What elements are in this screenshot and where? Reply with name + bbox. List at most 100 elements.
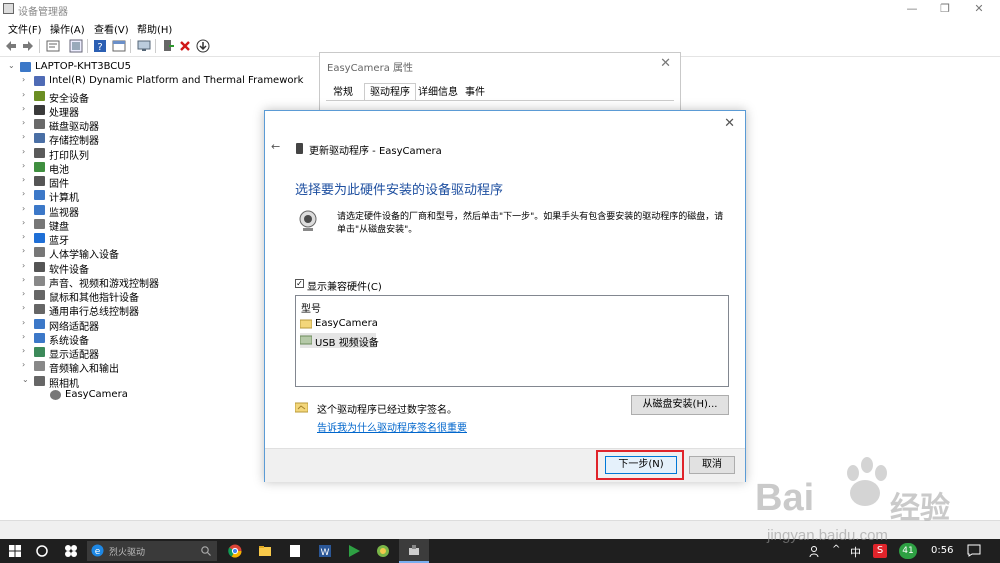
media-player-icon[interactable] — [347, 544, 361, 558]
audio-io-icon — [34, 361, 45, 372]
expand-arrow-icon[interactable]: › — [22, 275, 30, 284]
app-icon[interactable] — [376, 544, 390, 558]
menu-action[interactable]: 操作(A) — [50, 21, 85, 36]
tree-root-label: LAPTOP-KHT3BCU5 — [35, 61, 131, 72]
tab-driver[interactable]: 驱动程序 — [364, 83, 416, 101]
menu-view[interactable]: 查看(V) — [94, 21, 129, 36]
list-item-selected[interactable]: USB 视频设备 — [300, 333, 379, 349]
model-name: USB 视频设备 — [315, 338, 379, 349]
expand-arrow-icon[interactable]: › — [22, 360, 30, 369]
dialog-footer: 下一步(N) 取消 — [265, 448, 745, 482]
uninstall-x-icon[interactable] — [178, 39, 192, 53]
dialog-instruction: 请选定硬件设备的厂商和型号，然后单击"下一步"。如果手头有包含要安装的驱动程序的… — [337, 212, 724, 235]
computer-icon — [34, 190, 45, 201]
baidu-watermark: Bai 经验 jingyan.baidu.com — [755, 455, 995, 560]
toolbar-separator — [155, 39, 156, 53]
expand-arrow-icon[interactable]: › — [22, 232, 30, 241]
collapse-arrow-icon[interactable]: ⌄ — [22, 375, 30, 384]
expand-arrow-icon[interactable]: › — [22, 161, 30, 170]
expand-arrow-icon[interactable]: › — [22, 318, 30, 327]
scan-hardware-icon[interactable] — [137, 39, 151, 53]
forward-arrow-icon[interactable] — [21, 39, 35, 53]
expand-arrow-icon[interactable]: › — [22, 289, 30, 298]
mouse-icon — [34, 290, 45, 300]
tab-general[interactable]: 常规 — [327, 83, 359, 101]
signing-info-link[interactable]: 告诉我为什么驱动程序签名很重要 — [317, 419, 467, 434]
display-adapter-icon — [34, 347, 45, 357]
device-manager-taskbar-button[interactable] — [399, 539, 429, 563]
tree-item-label: Intel(R) Dynamic Platform and Thermal Fr… — [49, 75, 304, 87]
tree-item[interactable]: › Intel(R) Dynamic Platform and Thermal F… — [0, 74, 320, 88]
disk-drive-icon — [34, 119, 45, 129]
word-icon[interactable]: W — [318, 544, 332, 558]
windows-start-icon[interactable] — [9, 545, 21, 557]
signed-text: 这个驱动程序已经过数字签名。 — [317, 405, 457, 416]
file-explorer-icon[interactable] — [258, 544, 272, 558]
panel-icon[interactable] — [112, 39, 126, 53]
storage-controller-icon — [34, 133, 45, 144]
tree-child-label: EasyCamera — [65, 388, 128, 400]
expand-arrow-icon[interactable]: › — [22, 246, 30, 255]
baidu-paw-icon — [847, 457, 887, 506]
tab-events[interactable]: 事件 — [459, 83, 491, 101]
properties-icon[interactable] — [46, 39, 60, 53]
expand-arrow-icon[interactable]: › — [22, 147, 30, 156]
dialog-close-button[interactable]: ✕ — [724, 116, 735, 131]
cancel-button[interactable]: 取消 — [689, 456, 735, 474]
search-placeholder: 烈火驱动 — [109, 548, 146, 558]
properties-close-button[interactable]: ✕ — [660, 56, 671, 71]
list-item[interactable]: EasyCamera — [300, 317, 380, 332]
task-view-icon[interactable] — [64, 544, 78, 558]
chrome-icon[interactable] — [228, 544, 242, 558]
help-icon[interactable]: ? — [93, 39, 107, 53]
expand-arrow-icon[interactable]: › — [22, 332, 30, 341]
close-button[interactable]: ✕ — [962, 0, 996, 18]
expand-arrow-icon[interactable]: › — [22, 75, 30, 84]
menu-file[interactable]: 文件(F) — [8, 21, 42, 36]
tree-root[interactable]: ⌄ LAPTOP-KHT3BCU5 — [0, 60, 320, 74]
back-arrow-icon[interactable] — [4, 39, 18, 53]
model-list[interactable]: 型号 EasyCamera USB 视频设备 — [295, 295, 729, 387]
tree-item[interactable]: › 安全设备 — [0, 89, 320, 105]
taskbar-search-box[interactable]: e 烈火驱动 — [87, 541, 217, 561]
expand-arrow-icon[interactable]: › — [22, 189, 30, 198]
expand-arrow-icon[interactable]: › — [22, 303, 30, 312]
driver-icon — [300, 335, 312, 345]
toolbar-separator — [87, 39, 88, 53]
collapse-arrow-icon[interactable]: ⌄ — [8, 61, 16, 70]
expand-arrow-icon[interactable]: › — [22, 118, 30, 127]
window-title: 设备管理器 — [18, 7, 68, 18]
webcam-icon — [50, 389, 61, 400]
search-icon — [201, 546, 211, 556]
expand-arrow-icon[interactable]: › — [22, 346, 30, 355]
keyboard-icon — [34, 218, 45, 229]
bluetooth-icon — [34, 233, 45, 243]
expand-arrow-icon[interactable]: › — [22, 218, 30, 227]
download-icon[interactable] — [196, 39, 210, 53]
cortana-icon[interactable] — [36, 545, 48, 557]
update-driver-icon[interactable] — [161, 39, 175, 53]
next-button[interactable]: 下一步(N) — [605, 456, 677, 474]
show-compatible-checkbox[interactable]: ✓ — [295, 279, 304, 288]
menu-help[interactable]: 帮助(H) — [137, 21, 172, 36]
expand-arrow-icon[interactable]: › — [22, 132, 30, 141]
notepad-icon[interactable] — [288, 544, 302, 558]
expand-arrow-icon[interactable]: › — [22, 90, 30, 99]
expand-arrow-icon[interactable]: › — [22, 261, 30, 270]
toolbar-separator — [39, 39, 40, 53]
model-list-header: 型号 — [301, 304, 321, 315]
menu-bar: 文件(F) 操作(A) 查看(V) 帮助(H) — [0, 18, 1000, 36]
expand-arrow-icon[interactable]: › — [22, 104, 30, 113]
tab-details[interactable]: 详细信息 — [412, 83, 464, 101]
list-view-icon[interactable] — [69, 39, 83, 53]
have-disk-button[interactable]: 从磁盘安装(H)... — [631, 395, 729, 415]
minimize-button[interactable]: — — [895, 0, 929, 18]
model-name: EasyCamera — [315, 318, 378, 329]
printer-icon — [34, 147, 45, 158]
expand-arrow-icon[interactable]: › — [22, 204, 30, 213]
expand-arrow-icon[interactable]: › — [22, 175, 30, 184]
dialog-back-button[interactable]: ← — [271, 140, 280, 153]
restore-button[interactable]: ❐ — [928, 0, 962, 18]
chip-icon — [34, 76, 45, 87]
sound-icon — [34, 275, 45, 286]
